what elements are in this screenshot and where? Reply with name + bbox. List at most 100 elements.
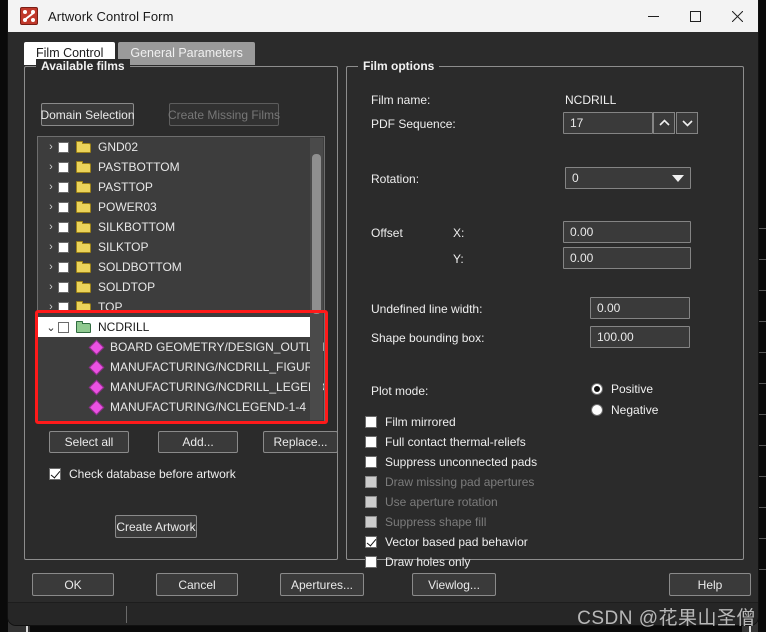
offset-x-input[interactable]: 0.00 (563, 221, 691, 243)
chevron-right-icon[interactable]: › (44, 281, 58, 293)
shape-bounding-box-input[interactable]: 100.00 (590, 326, 690, 348)
chevron-up-icon[interactable] (653, 112, 675, 134)
chevron-right-icon[interactable]: › (44, 141, 58, 153)
pdf-sequence-input[interactable]: 17 (563, 112, 653, 134)
checkbox-label: Suppress unconnected pads (385, 455, 538, 469)
tree-child-row[interactable]: MANUFACTURING/NCDRILL_LEGEND (38, 377, 324, 397)
chevron-down-icon (672, 174, 684, 182)
checkbox-label: Vector based pad behavior (385, 535, 528, 549)
chevron-right-icon[interactable]: › (44, 221, 58, 233)
diamond-icon (88, 399, 105, 415)
rotation-dropdown[interactable]: 0 (565, 167, 691, 189)
tree-item-checkbox[interactable] (58, 261, 69, 273)
offset-y-input[interactable]: 0.00 (563, 247, 691, 269)
select-all-button[interactable]: Select all (49, 431, 129, 453)
add-button[interactable]: Add... (158, 431, 238, 453)
undefined-line-width-label: Undefined line width: (371, 302, 483, 316)
film-option-checkbox[interactable]: Film mirrored (365, 415, 537, 429)
tree-row[interactable]: › SOLDBOTTOM (38, 257, 324, 277)
tree-item-checkbox[interactable] (58, 221, 69, 233)
film-option-checkbox[interactable]: Draw holes only (365, 555, 537, 569)
tree-item-label: SOLDTOP (98, 280, 156, 294)
chevron-down-icon[interactable]: ⌄ (44, 321, 58, 334)
chevron-right-icon[interactable]: › (44, 181, 58, 193)
undefined-line-width-input[interactable]: 0.00 (590, 297, 690, 319)
checkbox-box (365, 456, 377, 468)
tree-row[interactable]: › TOP (38, 297, 324, 317)
tree-row[interactable]: › GND02 (38, 137, 324, 157)
maximize-icon[interactable] (674, 0, 716, 32)
create-missing-films-button[interactable]: Create Missing Films (168, 103, 280, 126)
tree-item-label: BOARD GEOMETRY/DESIGN_OUTLINE (110, 340, 325, 354)
chevron-right-icon[interactable]: › (44, 161, 58, 173)
radio-label: Negative (611, 403, 659, 417)
radio-circle (591, 383, 603, 395)
film-option-checkbox: Draw missing pad apertures (365, 475, 537, 489)
tree-item-checkbox[interactable] (58, 281, 69, 293)
tree-item-checkbox[interactable] (58, 201, 69, 213)
close-icon[interactable] (716, 0, 758, 32)
checkbox-label: Film mirrored (385, 415, 456, 429)
tree-row[interactable]: › SOLDTOP (38, 277, 324, 297)
chevron-right-icon[interactable]: › (44, 201, 58, 213)
tree-scrollbar-thumb[interactable] (312, 154, 321, 314)
film-option-checkbox[interactable]: Vector based pad behavior (365, 535, 537, 549)
chevron-right-icon[interactable]: › (44, 301, 58, 313)
tree-child-row[interactable]: BOARD GEOMETRY/DESIGN_OUTLINE (38, 337, 324, 357)
tree-item-checkbox[interactable] (58, 301, 69, 313)
checkbox-label: Draw missing pad apertures (385, 475, 535, 489)
tree-item-checkbox[interactable] (58, 321, 69, 333)
chevron-down-icon[interactable] (676, 112, 698, 134)
tree-item-checkbox[interactable] (58, 141, 69, 153)
folder-icon (76, 201, 91, 213)
apertures-button[interactable]: Apertures... (280, 573, 364, 596)
help-button[interactable]: Help (669, 573, 751, 596)
film-options-title: Film options (358, 59, 440, 73)
create-artwork-button[interactable]: Create Artwork (115, 515, 197, 538)
check-database-before-artwork-checkbox[interactable]: Check database before artwork (49, 467, 236, 481)
cancel-button[interactable]: Cancel (156, 573, 238, 596)
tree-row[interactable]: ⌄ NCDRILL (38, 317, 316, 337)
tree-row[interactable]: › POWER03 (38, 197, 324, 217)
tree-scrollbar[interactable] (310, 138, 323, 420)
film-option-checkbox: Use aperture rotation (365, 495, 537, 509)
film-option-checkbox[interactable]: Full contact thermal-reliefs (365, 435, 537, 449)
plot-mode-negative-radio[interactable]: Negative (591, 403, 658, 417)
tree-item-checkbox[interactable] (58, 241, 69, 253)
tree-item-label: PASTBOTTOM (98, 160, 180, 174)
tree-child-row[interactable]: MANUFACTURING/NCLEGEND-1-4 (38, 397, 324, 417)
tree-item-label: MANUFACTURING/NCLEGEND-1-4 (110, 400, 307, 414)
tree-item-label: SOLDBOTTOM (98, 260, 182, 274)
film-option-checkbox: Suppress shape fill (365, 515, 537, 529)
pdf-sequence-label: PDF Sequence: (371, 117, 456, 131)
minimize-icon[interactable] (632, 0, 674, 32)
chevron-right-icon[interactable]: › (44, 241, 58, 253)
plot-mode-positive-radio[interactable]: Positive (591, 382, 653, 396)
folder-icon (76, 141, 91, 153)
tree-item-checkbox[interactable] (58, 181, 69, 193)
tree-item-checkbox[interactable] (58, 161, 69, 173)
window-controls (632, 0, 758, 32)
replace-button[interactable]: Replace... (263, 431, 338, 453)
available-films-tree[interactable]: › GND02 › PASTBOTTOM › PASTTOP › POWER03 › SILKBO… (37, 136, 325, 422)
tab-general-parameters[interactable]: General Parameters (118, 42, 255, 65)
diamond-icon (88, 359, 105, 375)
ok-button[interactable]: OK (32, 573, 114, 596)
tree-child-row[interactable]: MANUFACTURING/NCDRILL_FIGURE (38, 357, 324, 377)
plot-mode-label: Plot mode: (371, 384, 429, 398)
film-option-checkbox[interactable]: Suppress unconnected pads (365, 455, 537, 469)
domain-selection-button[interactable]: Domain Selection (40, 103, 135, 126)
film-options-group: Film options Film name: NCDRILL PDF Sequ… (346, 59, 744, 569)
chevron-right-icon[interactable]: › (44, 261, 58, 273)
tree-row[interactable]: › SILKBOTTOM (38, 217, 324, 237)
tree-item-label: MANUFACTURING/NCDRILL_FIGURE (110, 360, 322, 374)
viewlog-button[interactable]: Viewlog... (412, 573, 496, 596)
checkbox-label: Suppress shape fill (385, 515, 487, 529)
tree-row[interactable]: › PASTTOP (38, 177, 324, 197)
tree-row[interactable]: › PASTBOTTOM (38, 157, 324, 177)
folder-icon (76, 261, 91, 273)
tree-row[interactable]: › SILKTOP (38, 237, 324, 257)
checkbox-label: Full contact thermal-reliefs (385, 435, 526, 449)
available-films-title: Available films (36, 59, 130, 73)
checkbox-box (365, 436, 377, 448)
